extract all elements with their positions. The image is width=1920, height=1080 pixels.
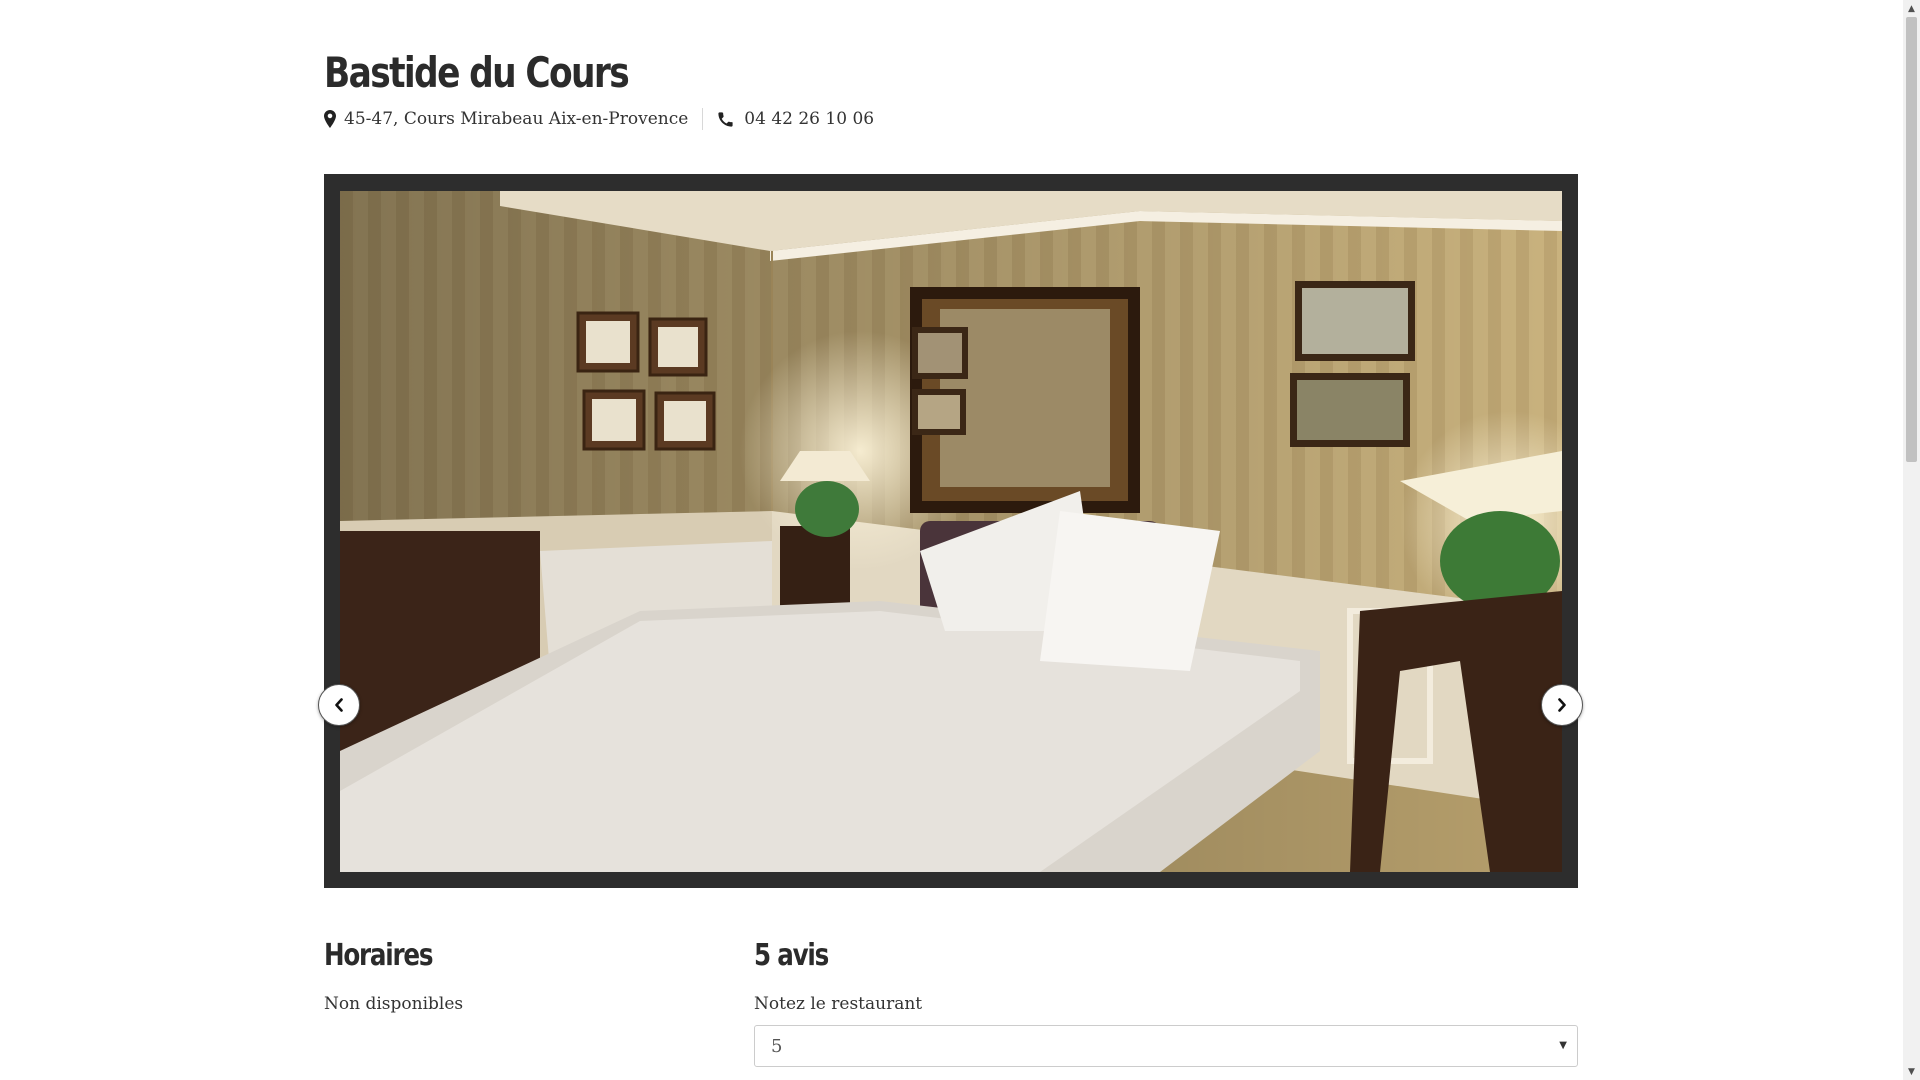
rate-label: Notez le restaurant xyxy=(754,994,923,1014)
hours-value: Non disponibles xyxy=(324,994,464,1014)
address: 45-47, Cours Mirabeau Aix-en-Provence xyxy=(324,109,688,129)
phone-icon xyxy=(717,111,734,128)
carousel-prev-button[interactable] xyxy=(318,684,360,726)
meta-divider xyxy=(702,108,704,130)
photo-carousel xyxy=(318,174,1583,888)
page-title: Bastide du Cours xyxy=(324,48,630,97)
scroll-up-icon[interactable]: ▲ xyxy=(1903,0,1920,17)
reviews-title: 5 avis xyxy=(754,938,829,973)
scrollbar-thumb[interactable] xyxy=(1906,17,1917,462)
restaurant-meta: 45-47, Cours Mirabeau Aix-en-Provence 04… xyxy=(324,108,874,130)
rating-select[interactable]: 5 ▼ xyxy=(754,1025,1578,1067)
phone-number: 04 42 26 10 06 xyxy=(744,109,875,129)
dropdown-caret-icon: ▼ xyxy=(1559,1040,1567,1051)
rating-selected-value: 5 xyxy=(771,1035,783,1057)
hours-title: Horaires xyxy=(324,938,434,973)
address-text: 45-47, Cours Mirabeau Aix-en-Provence xyxy=(344,109,689,129)
chevron-right-icon xyxy=(1558,698,1566,712)
phone[interactable]: 04 42 26 10 06 xyxy=(717,109,874,129)
chevron-left-icon xyxy=(335,698,343,712)
map-marker-icon xyxy=(324,110,336,128)
carousel-next-button[interactable] xyxy=(1541,684,1583,726)
hotel-bedroom-photo xyxy=(340,191,1562,872)
page-scrollbar[interactable]: ▲ ▼ xyxy=(1903,0,1920,1080)
scroll-down-icon[interactable]: ▼ xyxy=(1903,1063,1920,1080)
